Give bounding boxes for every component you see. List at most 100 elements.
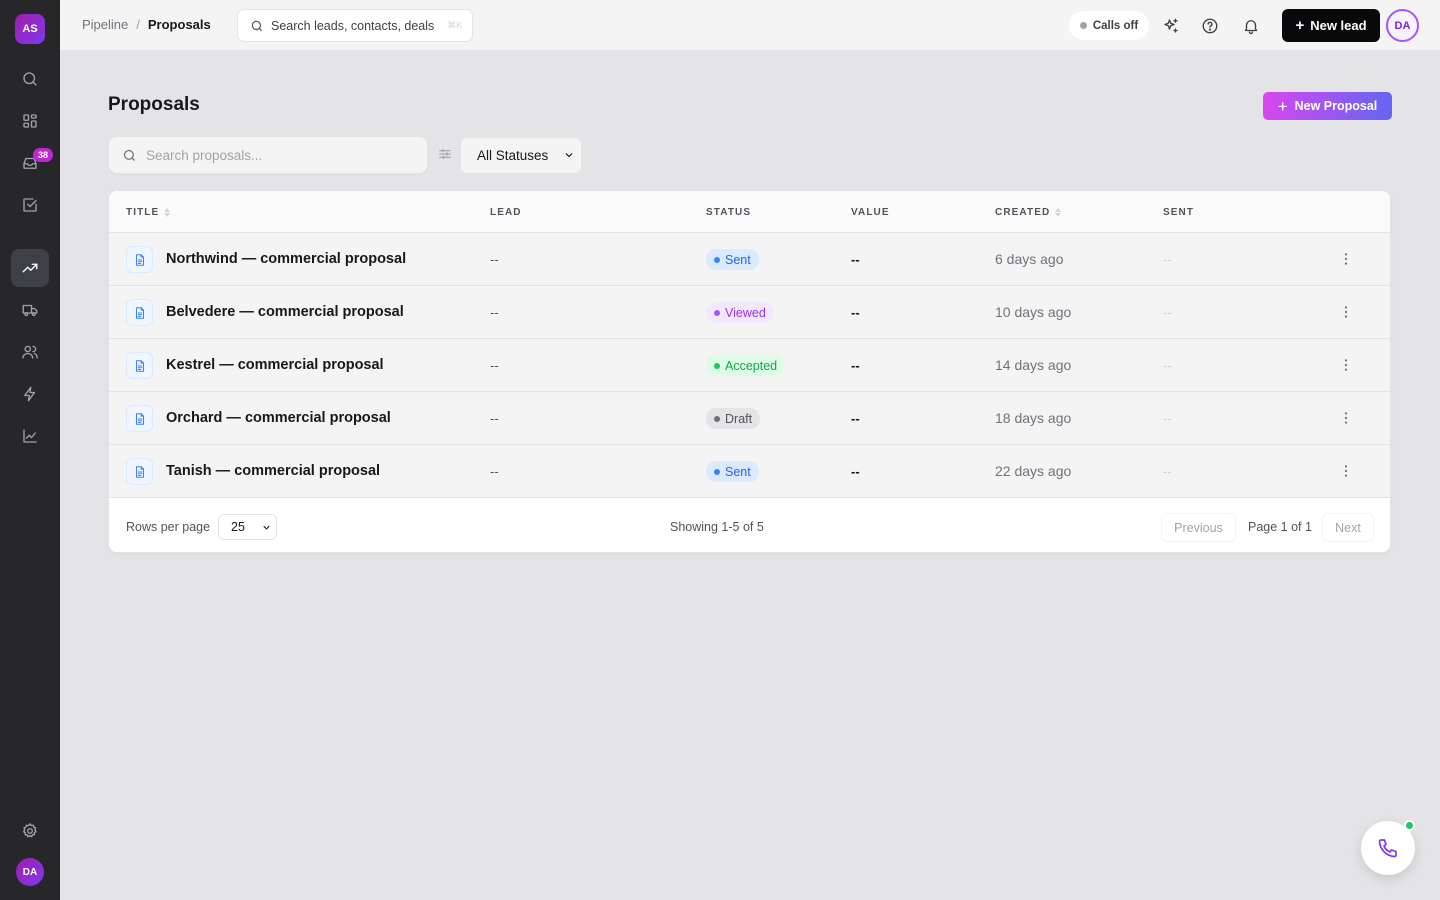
more-vertical-icon	[1344, 253, 1348, 265]
proposal-value: --	[851, 358, 860, 373]
calls-status-toggle[interactable]: Calls off	[1069, 11, 1149, 40]
help-button[interactable]	[1195, 11, 1225, 41]
sidebar-item-dashboard[interactable]	[11, 102, 49, 140]
row-actions-button[interactable]	[1335, 248, 1357, 270]
notifications-button[interactable]	[1236, 11, 1266, 41]
new-proposal-button[interactable]: + New Proposal	[1263, 92, 1392, 120]
proposal-created: 6 days ago	[995, 251, 1064, 267]
more-vertical-icon	[1344, 412, 1348, 424]
document-icon	[126, 405, 153, 432]
sidebar-item-reports[interactable]	[11, 417, 49, 455]
status-badge: Draft	[706, 408, 761, 429]
topbar: Pipeline / Proposals Search leads, conta…	[60, 0, 1440, 51]
proposal-title[interactable]: Northwind — commercial proposal	[166, 251, 406, 267]
table-row[interactable]: Kestrel — commercial proposal -- Accepted -…	[109, 339, 1390, 392]
status-label: Sent	[725, 464, 751, 479]
proposal-created: 10 days ago	[995, 304, 1072, 320]
proposal-lead: --	[490, 305, 499, 320]
status-badge: Viewed	[706, 302, 774, 323]
trending-up-icon	[22, 263, 38, 273]
column-lead-label: LEAD	[490, 207, 522, 218]
proposal-value: --	[851, 305, 860, 320]
sidebar-item-tasks[interactable]	[11, 186, 49, 224]
sidebar-item-search[interactable]	[11, 60, 49, 98]
workspace-avatar[interactable]: AS	[15, 14, 45, 44]
document-icon	[126, 299, 153, 326]
rows-per-page-select[interactable]: 25	[218, 514, 277, 540]
plus-icon: +	[1295, 17, 1305, 34]
column-value-label: VALUE	[851, 207, 890, 218]
truck-icon	[22, 304, 38, 317]
previous-page-button[interactable]: Previous	[1161, 513, 1236, 542]
table-row[interactable]: Northwind — commercial proposal -- Sent -- 6…	[109, 233, 1390, 286]
column-status-label: STATUS	[706, 207, 752, 218]
proposal-value: --	[851, 252, 860, 267]
proposal-created: 14 days ago	[995, 357, 1072, 373]
sidebar-item-pipeline[interactable]	[11, 249, 49, 287]
sidebar-item-automations[interactable]	[11, 375, 49, 413]
phone-icon	[1378, 839, 1397, 858]
row-actions-button[interactable]	[1335, 354, 1357, 376]
row-actions-button[interactable]	[1335, 407, 1357, 429]
proposal-created: 22 days ago	[995, 463, 1072, 479]
column-title[interactable]: TITLE	[126, 207, 171, 218]
proposal-sent: --	[1163, 358, 1172, 373]
proposal-lead: --	[490, 252, 499, 267]
table-footer: Rows per page 25 Showing 1-5 of 5 Previo…	[109, 499, 1390, 552]
table-row[interactable]: Tanish — commercial proposal -- Sent -- 22 d…	[109, 445, 1390, 498]
table-row[interactable]: Belvedere — commercial proposal -- Viewed -…	[109, 286, 1390, 339]
row-actions-button[interactable]	[1335, 460, 1357, 482]
sidebar-item-contacts[interactable]	[11, 333, 49, 371]
column-created[interactable]: CREATED	[995, 207, 1062, 218]
status-dot	[714, 468, 720, 475]
sidebar-user-avatar[interactable]: DA	[16, 858, 44, 886]
breadcrumb-pipeline[interactable]: Pipeline	[82, 17, 128, 32]
proposal-value: --	[851, 411, 860, 426]
global-search-input[interactable]: Search leads, contacts, deals ⌘K	[237, 9, 473, 42]
filter-button[interactable]	[437, 146, 457, 166]
proposal-title[interactable]: Orchard — commercial proposal	[166, 410, 391, 426]
new-proposal-label: New Proposal	[1294, 99, 1378, 113]
user-avatar[interactable]: DA	[1386, 9, 1419, 42]
status-dot	[714, 309, 720, 316]
proposal-title[interactable]: Tanish — commercial proposal	[166, 463, 380, 479]
ai-sparkle-button[interactable]	[1156, 11, 1186, 41]
line-chart-icon	[23, 429, 37, 443]
status-filter-select[interactable]: All Statuses	[460, 137, 582, 174]
sidebar-item-settings[interactable]	[11, 812, 49, 850]
proposal-sent: --	[1163, 252, 1172, 267]
column-sent-label: SENT	[1163, 207, 1195, 218]
column-sent: SENT	[1163, 207, 1194, 218]
proposal-sent: --	[1163, 305, 1172, 320]
status-dot	[714, 415, 720, 422]
status-label: Draft	[725, 411, 753, 426]
breadcrumb-separator: /	[136, 17, 140, 32]
proposal-search-input[interactable]: Search proposals...	[108, 136, 428, 174]
plus-icon: +	[1277, 96, 1288, 116]
sort-icon	[164, 208, 171, 217]
column-lead: LEAD	[490, 207, 522, 218]
search-icon	[23, 72, 37, 86]
table-row[interactable]: Orchard — commercial proposal -- Draft -- 18…	[109, 392, 1390, 445]
online-status-dot	[1404, 820, 1415, 831]
proposal-title[interactable]: Kestrel — commercial proposal	[166, 357, 384, 373]
checkbox-icon	[23, 198, 37, 212]
proposal-sent: --	[1163, 411, 1172, 426]
column-created-label: CREATED	[995, 207, 1051, 218]
sidebar-item-inbox[interactable]: 38	[11, 144, 53, 182]
proposal-title[interactable]: Belvedere — commercial proposal	[166, 304, 404, 320]
users-icon	[22, 345, 38, 359]
new-lead-button[interactable]: + New lead	[1282, 9, 1380, 42]
page-indicator: Page 1 of 1	[1248, 520, 1312, 534]
proposal-sent: --	[1163, 464, 1172, 479]
column-value: VALUE	[851, 207, 890, 218]
sliders-icon	[439, 148, 451, 160]
next-page-button[interactable]: Next	[1322, 513, 1374, 542]
table-header: TITLE LEAD STATUS VALUE CREATED SENT	[109, 191, 1390, 233]
chevron-down-icon	[261, 522, 272, 536]
row-actions-button[interactable]	[1335, 301, 1357, 323]
calls-status-dot	[1079, 22, 1087, 29]
proposals-table: TITLE LEAD STATUS VALUE CREATED SENT Nor…	[108, 190, 1391, 553]
breadcrumb: Pipeline / Proposals	[82, 17, 211, 32]
sidebar-item-deliveries[interactable]	[11, 291, 49, 329]
